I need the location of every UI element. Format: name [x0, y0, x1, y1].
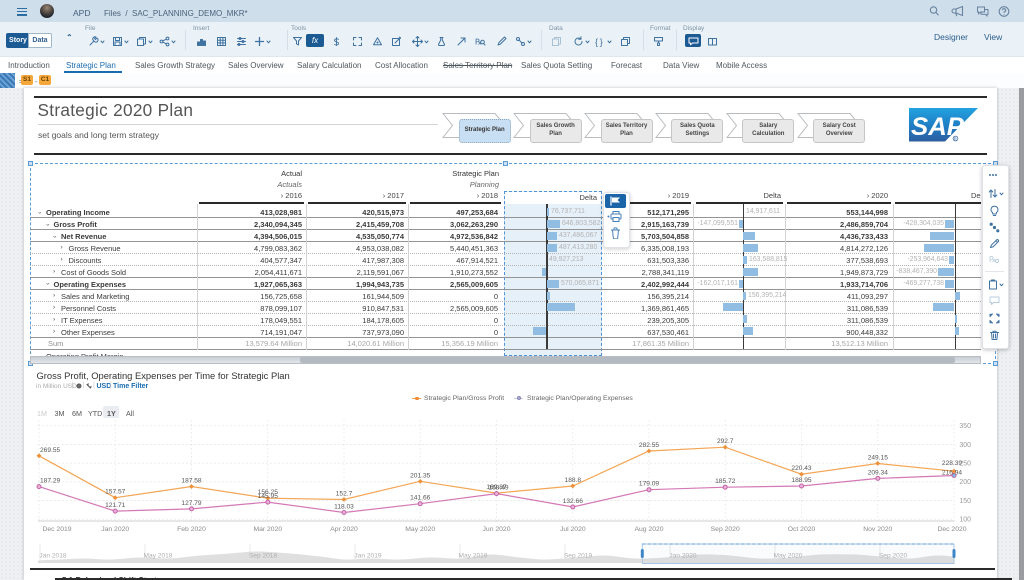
svg-text:188.95: 188.95: [791, 477, 812, 484]
svg-text:250: 250: [959, 460, 971, 467]
svg-text:249.15: 249.15: [868, 455, 889, 462]
svg-text:Feb 2020: Feb 2020: [177, 526, 206, 533]
svg-text:121.71: 121.71: [105, 502, 126, 509]
svg-text:Sep 2019: Sep 2019: [564, 553, 593, 560]
svg-text:132.66: 132.66: [563, 498, 584, 505]
svg-text:141.66: 141.66: [410, 495, 431, 502]
svg-text:209.34: 209.34: [868, 469, 889, 476]
svg-text:185.72: 185.72: [715, 478, 736, 485]
svg-text:Sep 2020: Sep 2020: [711, 526, 740, 533]
svg-text:118.03: 118.03: [334, 504, 354, 511]
svg-text:℞: ℞: [989, 255, 996, 264]
svg-text:Jul 2020: Jul 2020: [560, 526, 586, 533]
svg-text:Nov 2020: Nov 2020: [863, 526, 892, 533]
svg-text:Dec 2019: Dec 2019: [42, 526, 71, 533]
svg-text:179.09: 179.09: [639, 481, 660, 488]
svg-text:Jan 2018: Jan 2018: [39, 553, 66, 560]
svg-text:Aug 2020: Aug 2020: [634, 526, 663, 533]
svg-text:350: 350: [959, 423, 971, 430]
svg-text:220.43: 220.43: [791, 465, 812, 472]
svg-text:May 2018: May 2018: [144, 553, 173, 560]
svg-text:Dec 2020: Dec 2020: [937, 526, 966, 533]
svg-text:187.58: 187.58: [181, 478, 202, 485]
svg-text:127.79: 127.79: [181, 500, 202, 507]
svg-text:201.35: 201.35: [410, 472, 431, 479]
svg-text:Jun 2020: Jun 2020: [483, 526, 511, 533]
svg-text:269.55: 269.55: [40, 447, 61, 454]
svg-text:145.95: 145.95: [258, 493, 279, 500]
svg-text:188.8: 188.8: [565, 477, 582, 484]
svg-text:200: 200: [959, 479, 971, 486]
svg-text:282.55: 282.55: [639, 442, 660, 449]
svg-text:May 2019: May 2019: [459, 553, 488, 560]
svg-text:Jan 2019: Jan 2019: [354, 553, 381, 560]
svg-text:May 2020: May 2020: [405, 526, 435, 533]
svg-text:292.7: 292.7: [717, 438, 734, 445]
svg-text:300: 300: [959, 442, 971, 449]
svg-text:168.49: 168.49: [488, 485, 509, 492]
svg-text:Sep 2018: Sep 2018: [249, 553, 278, 560]
svg-text:100: 100: [959, 517, 971, 524]
svg-text:216.94: 216.94: [942, 470, 963, 477]
svg-text:Jan 2020: Jan 2020: [101, 526, 129, 533]
svg-text:150: 150: [959, 498, 971, 505]
svg-text:Apr 2020: Apr 2020: [330, 526, 358, 533]
svg-text:Mar 2020: Mar 2020: [253, 526, 282, 533]
svg-text:157.57: 157.57: [105, 489, 126, 496]
svg-text:187.29: 187.29: [40, 478, 61, 485]
svg-text:Oct 2020: Oct 2020: [788, 526, 816, 533]
svg-text:152.7: 152.7: [336, 491, 353, 498]
